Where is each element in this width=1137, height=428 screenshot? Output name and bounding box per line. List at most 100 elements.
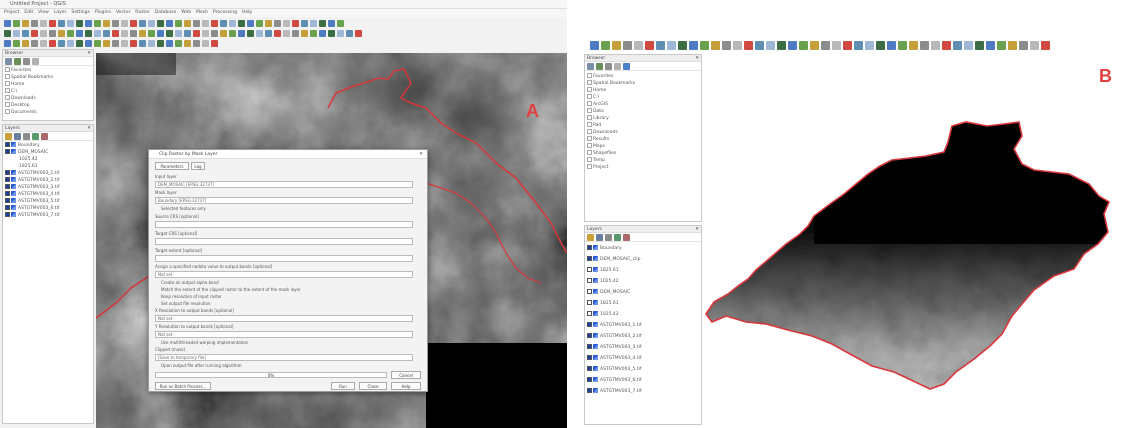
toolbar-tool-icon[interactable] [166, 19, 173, 27]
toolbar-tool-icon[interactable] [49, 39, 56, 47]
menu-item[interactable]: Help [242, 10, 252, 15]
toolbar-tool-icon[interactable] [175, 39, 182, 47]
collapse-icon[interactable] [32, 57, 39, 65]
run-button[interactable]: Run [331, 382, 355, 390]
menu-item[interactable]: Processing [213, 10, 237, 15]
target-crs-select[interactable] [155, 238, 413, 245]
toolbar-tool-icon[interactable] [964, 40, 973, 50]
toolbar-tool-icon[interactable] [148, 29, 155, 37]
toolbar-tool-icon[interactable] [788, 40, 797, 50]
toolbar-tool-icon[interactable] [202, 19, 209, 27]
x-res-field[interactable]: Not set [155, 315, 413, 322]
filter-legend-icon[interactable] [23, 132, 30, 140]
menu-item[interactable]: Raster [135, 10, 150, 15]
toolbar-tool-icon[interactable] [130, 19, 137, 27]
toolbar-tool-icon[interactable] [13, 19, 20, 27]
toolbar-tool-icon[interactable] [139, 19, 146, 27]
toolbar-tool-icon[interactable] [85, 19, 92, 27]
filter-icon[interactable] [605, 62, 612, 70]
toolbar-tool-icon[interactable] [689, 40, 698, 50]
browser-item[interactable]: Temp [587, 156, 699, 163]
mask-layer-select[interactable]: Boundary [EPSG:32737] [155, 197, 413, 204]
toolbar-tool-icon[interactable] [157, 39, 164, 47]
toolbar-tool-icon[interactable] [166, 39, 173, 47]
toolbar-tool-icon[interactable] [31, 29, 38, 37]
layer-visibility-checkbox[interactable] [587, 344, 592, 349]
toolbar-tool-icon[interactable] [865, 40, 874, 50]
toolbar-tool-icon[interactable] [157, 19, 164, 27]
multithread-checkbox[interactable]: Use multithreaded warping implementation [161, 339, 421, 346]
toolbar-tool-icon[interactable] [810, 40, 819, 50]
browser-item[interactable]: Home [587, 86, 699, 93]
layer-visibility-checkbox[interactable] [587, 366, 592, 371]
layer-item[interactable]: ASTGTMV003_4.tif [5, 191, 91, 198]
layer-item[interactable]: ASTGTMV003_1.tif [5, 170, 91, 177]
toolbar-tool-icon[interactable] [301, 29, 308, 37]
toolbar-tool-icon[interactable] [202, 29, 209, 37]
menu-item[interactable]: Vector [116, 10, 130, 15]
toolbar-tool-icon[interactable] [139, 29, 146, 37]
browser-item[interactable]: Results [587, 135, 699, 142]
layer-visibility-checkbox[interactable] [5, 191, 10, 196]
toolbar-tool-icon[interactable] [238, 19, 245, 27]
add-layer-icon[interactable] [14, 57, 21, 65]
layer-item[interactable]: ASTGTMV003_6.tif [587, 375, 699, 386]
browser-item[interactable]: Favorites [5, 67, 91, 74]
toolbar-tool-icon[interactable] [211, 19, 218, 27]
toolbar-tool-icon[interactable] [337, 29, 344, 37]
toolbar-tool-icon[interactable] [22, 29, 29, 37]
toolbar-tool-icon[interactable] [121, 19, 128, 27]
toolbar-tool-icon[interactable] [832, 40, 841, 50]
toolbar-tool-icon[interactable] [238, 29, 245, 37]
toolbar-tool-icon[interactable] [328, 29, 335, 37]
toolbar-tool-icon[interactable] [601, 40, 610, 50]
refresh-icon[interactable] [5, 57, 12, 65]
toolbar-tool-icon[interactable] [274, 19, 281, 27]
remove-layer-icon[interactable] [623, 233, 630, 241]
layer-visibility-checkbox[interactable] [587, 256, 592, 261]
expand-icon[interactable] [32, 132, 39, 140]
toolbar-tool-icon[interactable] [76, 29, 83, 37]
expand-icon[interactable] [614, 233, 621, 241]
toolbar-tool-icon[interactable] [247, 29, 254, 37]
layer-visibility-checkbox[interactable] [587, 300, 592, 305]
menu-item[interactable]: Edit [24, 10, 33, 15]
toolbar-tool-icon[interactable] [310, 29, 317, 37]
toolbar-tool-icon[interactable] [1030, 40, 1039, 50]
toolbar-tool-icon[interactable] [103, 29, 110, 37]
extent-field[interactable] [155, 255, 413, 262]
layer-item[interactable]: DEM_MOSAIC [5, 149, 91, 156]
layer-visibility-checkbox[interactable] [587, 377, 592, 382]
toolbar-tool-icon[interactable] [130, 39, 137, 47]
toolbar-tool-icon[interactable] [283, 19, 290, 27]
toolbar-tool-icon[interactable] [887, 40, 896, 50]
toolbar-tool-icon[interactable] [1019, 40, 1028, 50]
menu-item[interactable]: Database [155, 10, 176, 15]
set-resolution-checkbox[interactable]: Set output file resolution [161, 300, 421, 307]
toolbar-tool-icon[interactable] [4, 19, 11, 27]
layer-visibility-checkbox[interactable] [587, 245, 592, 250]
toolbar-tool-icon[interactable] [220, 19, 227, 27]
toolbar-tool-icon[interactable] [31, 39, 38, 47]
toolbar-tool-icon[interactable] [274, 29, 281, 37]
toolbar-tool-icon[interactable] [13, 39, 20, 47]
tab-log[interactable]: Log [191, 162, 205, 170]
toolbar-tool-icon[interactable] [103, 39, 110, 47]
toolbar-tool-icon[interactable] [184, 19, 191, 27]
toolbar-tool-icon[interactable] [22, 39, 29, 47]
toolbar-tool-icon[interactable] [931, 40, 940, 50]
layer-item[interactable]: ASTGTMV003_6.tif [5, 205, 91, 212]
toolbar-tool-icon[interactable] [40, 29, 47, 37]
toolbar-tool-icon[interactable] [175, 29, 182, 37]
tab-parameters[interactable]: Parameters [155, 162, 189, 170]
toolbar-tool-icon[interactable] [22, 19, 29, 27]
browser-item[interactable]: Downloads [5, 95, 91, 102]
toolbar-tool-icon[interactable] [4, 29, 11, 37]
selected-only-checkbox[interactable]: Selected features only [161, 205, 421, 212]
toolbar-tool-icon[interactable] [766, 40, 775, 50]
toolbar-tool-icon[interactable] [744, 40, 753, 50]
toolbar-tool-icon[interactable] [667, 40, 676, 50]
toolbar-tool-icon[interactable] [909, 40, 918, 50]
layer-item[interactable]: 1825.61 [587, 298, 699, 309]
layer-visibility-checkbox[interactable] [587, 333, 592, 338]
